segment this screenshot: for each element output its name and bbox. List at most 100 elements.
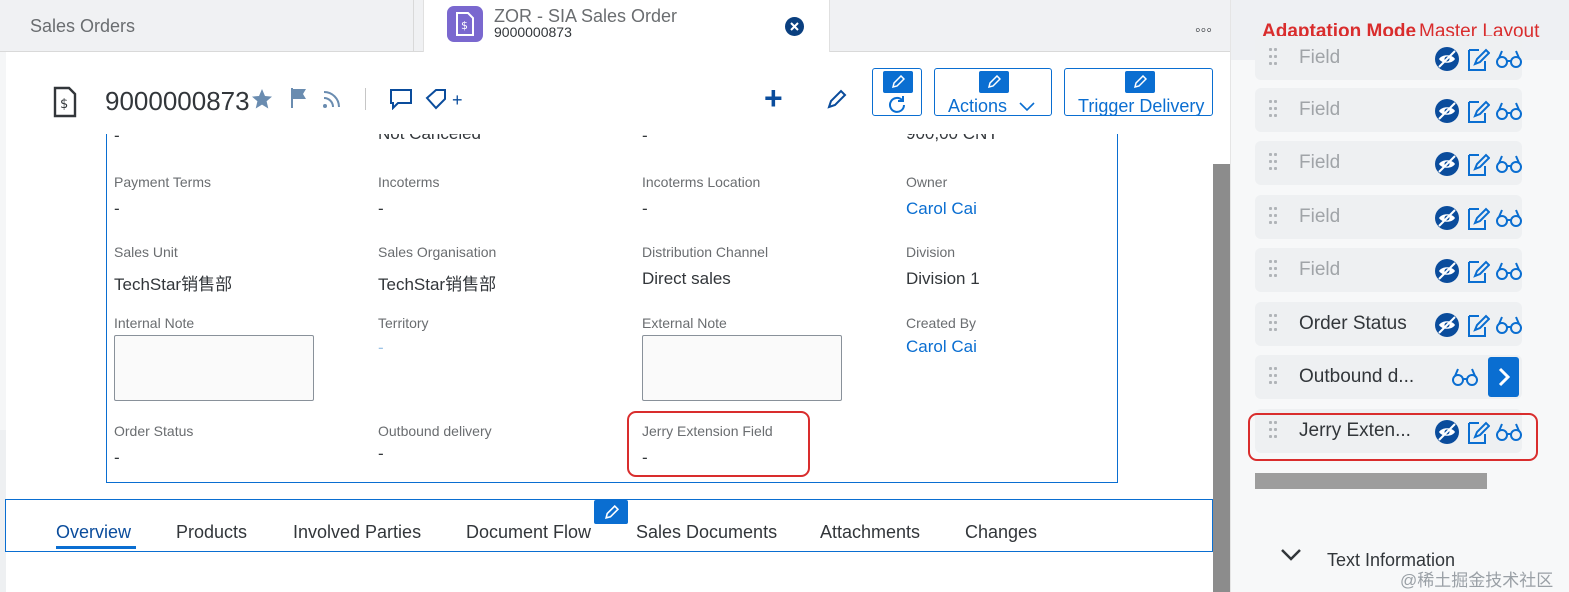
hide-icon[interactable] [1434,98,1460,124]
created-by-label: Created By [906,315,977,331]
svg-text:$: $ [60,97,68,112]
adaptation-field-name: Order Status [1299,313,1407,334]
hide-icon[interactable] [1434,258,1460,284]
favorite-star-icon[interactable] [250,87,274,111]
tab-involved-parties[interactable]: Involved Parties [293,522,421,543]
sales-organisation-label: Sales Organisation [378,244,497,260]
create-button[interactable]: + [764,80,783,117]
owner-label: Owner [906,174,948,190]
owner-link[interactable]: Carol Cai [906,199,977,219]
panel-scroll-indicator[interactable] [1255,473,1487,489]
preview-glasses-icon[interactable] [1496,49,1522,69]
rename-edit-icon[interactable] [1466,259,1490,285]
trigger-delivery-button[interactable]: Trigger Delivery [1064,68,1213,116]
tab-changes[interactable]: Changes [965,522,1037,543]
tab-products[interactable]: Products [176,522,247,543]
preview-glasses-icon[interactable] [1496,208,1522,228]
drag-handle-icon[interactable] [1269,153,1279,175]
incoterms-location-label: Incoterms Location [642,174,761,190]
hide-icon[interactable] [1434,151,1460,177]
flag-icon[interactable] [289,87,309,109]
drag-handle-icon[interactable] [1269,260,1279,282]
preview-glasses-icon[interactable] [1496,101,1522,121]
hide-icon[interactable] [1434,46,1460,72]
tab-sales-orders-label: Sales Orders [30,16,136,36]
tab-attachments[interactable]: Attachments [820,522,920,543]
shell-tab-strip: Sales Orders $ ZOR - SIA Sales Order 900… [0,0,1230,56]
actions-label: Actions [948,96,1008,116]
adaptation-field-name: Field [1299,47,1341,68]
rename-edit-icon[interactable] [1466,47,1490,73]
adaptation-field-name: Outbound d... [1299,366,1415,387]
preview-glasses-icon[interactable] [1496,154,1522,174]
adaptation-field-name: Field [1299,99,1341,120]
adaptation-field-item[interactable]: Outbound d... [1255,355,1522,399]
adapt-pencil-icon [883,71,913,93]
adaptation-field-item[interactable]: Field [1255,248,1522,292]
territory-label: Territory [378,315,429,331]
main-scrollbar[interactable] [1213,164,1230,592]
adaptation-field-item[interactable]: Field [1255,88,1522,132]
drag-handle-icon[interactable] [1269,314,1279,336]
sales-unit-label: Sales Unit [114,244,178,260]
actions-button[interactable]: Actions [934,68,1052,116]
drag-handle-icon[interactable] [1269,48,1279,70]
sales-organisation-value: TechStar销售部 [378,275,497,294]
comment-icon[interactable] [389,88,413,110]
rename-edit-icon[interactable] [1466,206,1490,232]
add-tag-plus[interactable]: + [452,90,463,111]
feed-icon[interactable] [322,89,344,109]
active-tab-indicator [56,546,136,549]
external-note-textarea[interactable] [642,335,842,401]
adaptation-field-item[interactable]: Field [1255,36,1522,80]
general-information-form [106,120,1118,483]
tabs-adapt-pencil-icon[interactable] [594,500,628,524]
hide-icon[interactable] [1434,312,1460,338]
adaptation-field-item[interactable]: Order Status [1255,302,1522,346]
field-action-icons [1434,98,1522,125]
created-by-link[interactable]: Carol Cai [906,337,977,357]
tab-sales-order-detail[interactable]: $ ZOR - SIA Sales Order 9000000873 [423,0,830,56]
drag-handle-icon[interactable] [1269,367,1279,389]
division-label: Division [906,244,956,260]
tab-overview[interactable]: Overview [56,522,131,543]
adaptation-field-item[interactable]: Field [1255,141,1522,185]
chevron-down-icon[interactable] [1280,548,1302,562]
highlight-annotation [1248,413,1538,461]
preview-glasses-icon[interactable] [1452,367,1478,387]
overflow-menu-icon[interactable]: ◦◦◦ [1195,22,1212,40]
svg-text:$: $ [461,19,468,32]
rename-edit-icon[interactable] [1466,99,1490,125]
header-divider [365,88,366,110]
trigger-delivery-label: Trigger Delivery [1078,96,1205,116]
rename-edit-icon[interactable] [1466,152,1490,178]
internal-note-textarea[interactable] [114,335,314,401]
external-note-label: External Note [642,315,727,331]
preview-glasses-icon[interactable] [1496,315,1522,335]
tag-icon[interactable] [425,88,447,110]
watermark: @稀土掘金技术社区 [1400,571,1554,590]
preview-glasses-icon[interactable] [1496,261,1522,281]
field-action-icons [1434,46,1522,73]
tab-document-flow[interactable]: Document Flow [466,522,591,543]
tab-sales-orders[interactable]: Sales Orders [0,0,414,52]
navigate-icon[interactable] [1488,357,1519,397]
adapt-pencil-icon [1125,71,1155,93]
hide-icon[interactable] [1434,205,1460,231]
tab-sales-documents[interactable]: Sales Documents [636,522,777,543]
edit-pencil-icon[interactable] [826,88,848,110]
order-status-value: - [114,448,120,467]
clip-top [106,120,1118,134]
incoterms-location-value: - [642,199,648,218]
refresh-button[interactable] [872,68,922,116]
order-status-label: Order Status [114,423,194,439]
drag-handle-icon[interactable] [1269,207,1279,229]
close-tab-icon[interactable] [785,17,804,36]
drag-handle-icon[interactable] [1269,100,1279,122]
rename-edit-icon[interactable] [1466,313,1490,339]
internal-note-label: Internal Note [114,315,195,331]
page-title: 9000000873 [105,86,250,116]
adaptation-field-name: Field [1299,152,1341,173]
field-action-icons [1434,312,1522,339]
adaptation-field-item[interactable]: Field [1255,195,1522,239]
